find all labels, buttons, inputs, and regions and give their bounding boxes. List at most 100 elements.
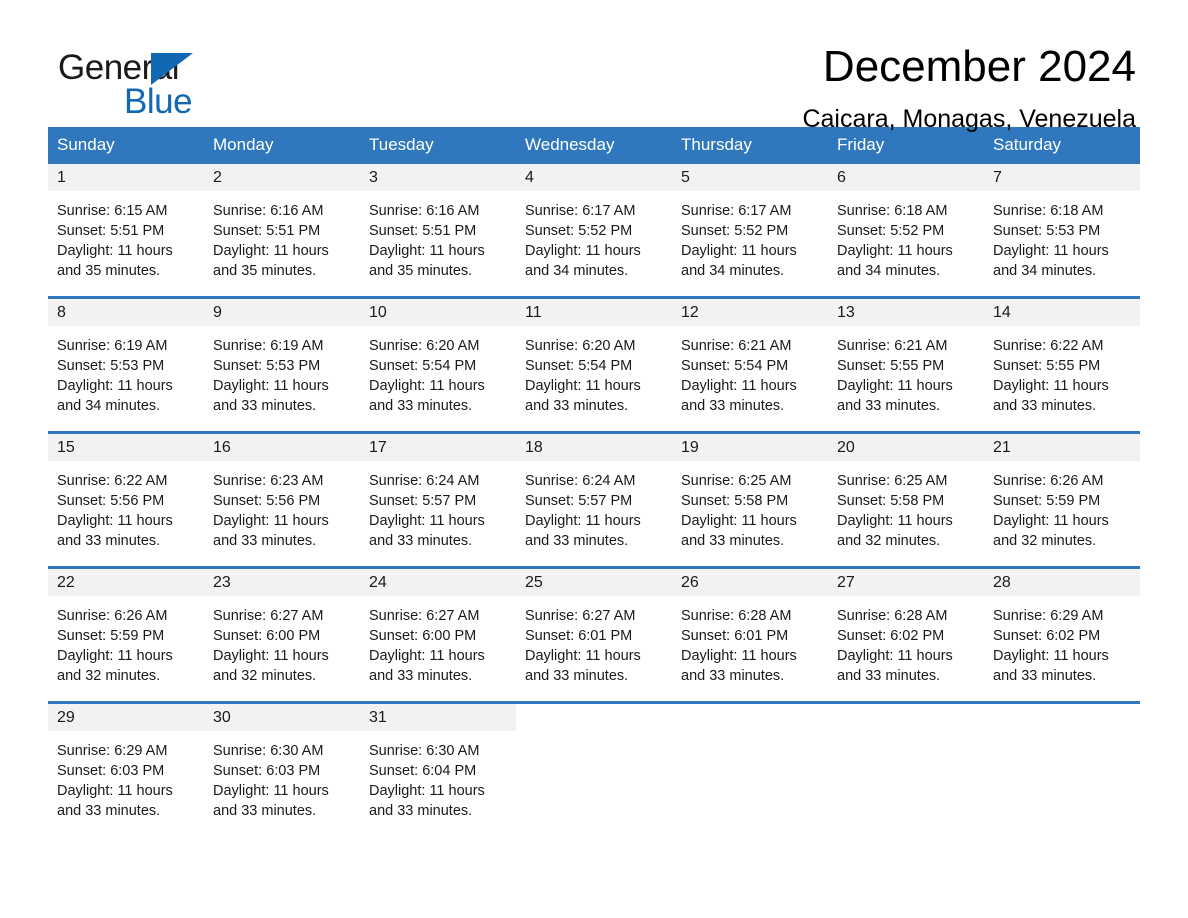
calendar-day-cell[interactable]: 18 Sunrise: 6:24 AM Sunset: 5:57 PM Dayligh…	[516, 431, 672, 568]
calendar-day-cell[interactable]: 15 Sunrise: 6:22 AM Sunset: 5:56 PM Dayligh…	[48, 431, 204, 568]
day-daylight-line1-text: Daylight: 11 hours	[369, 513, 485, 529]
day-daylight-line1-text: Daylight: 11 hours	[525, 378, 641, 394]
day-number: 27	[828, 569, 984, 596]
day-sunrise-text: Sunrise: 6:22 AM	[993, 338, 1104, 354]
day-daylight-line2-text: and 32 minutes.	[993, 533, 1097, 549]
day-sunrise-text: Sunrise: 6:18 AM	[837, 203, 948, 219]
day-daylight-line2-text: and 35 minutes.	[213, 263, 317, 279]
calendar-day-cell[interactable]: 8 Sunrise: 6:19 AM Sunset: 5:53 PM Daylight…	[48, 296, 204, 433]
day-daylight-line2-text: and 34 minutes.	[837, 263, 941, 279]
day-daylight-line2-text: and 32 minutes.	[57, 668, 161, 684]
day-sun-info: Sunrise: 6:19 AM Sunset: 5:53 PM Daylight:…	[204, 326, 360, 416]
calendar-day-cell[interactable]: 7 Sunrise: 6:18 AM Sunset: 5:53 PM Daylight…	[984, 164, 1140, 298]
day-sunset-text: Sunset: 5:52 PM	[681, 223, 789, 239]
generalblue-logo[interactable]: General Blue	[48, 44, 248, 122]
day-sunset-text: Sunset: 5:53 PM	[213, 358, 321, 374]
day-number: 11	[516, 299, 672, 326]
day-daylight-line1-text: Daylight: 11 hours	[213, 783, 329, 799]
day-cell-content: 25 Sunrise: 6:27 AM Sunset: 6:01 PM Dayligh…	[516, 569, 672, 701]
day-sunset-text: Sunset: 5:54 PM	[369, 358, 477, 374]
calendar-week-row: 1 Sunrise: 6:15 AM Sunset: 5:51 PM Daylight…	[48, 164, 1140, 298]
calendar-day-cell[interactable]: 12 Sunrise: 6:21 AM Sunset: 5:54 PM Dayligh…	[672, 296, 828, 433]
day-number: 17	[360, 434, 516, 461]
day-sunrise-text: Sunrise: 6:30 AM	[213, 743, 324, 759]
calendar-day-cell[interactable]: 25 Sunrise: 6:27 AM Sunset: 6:01 PM Dayligh…	[516, 566, 672, 703]
day-daylight-line1-text: Daylight: 11 hours	[837, 513, 953, 529]
day-daylight-line2-text: and 33 minutes.	[369, 398, 473, 414]
calendar-day-cell[interactable]: 21 Sunrise: 6:26 AM Sunset: 5:59 PM Dayligh…	[984, 431, 1140, 568]
calendar-day-cell[interactable]: 14 Sunrise: 6:22 AM Sunset: 5:55 PM Dayligh…	[984, 296, 1140, 433]
calendar-day-cell[interactable]: 26 Sunrise: 6:28 AM Sunset: 6:01 PM Dayligh…	[672, 566, 828, 703]
day-sunset-text: Sunset: 5:51 PM	[369, 223, 477, 239]
day-cell-content: 4 Sunrise: 6:17 AM Sunset: 5:52 PM Daylight…	[516, 164, 672, 296]
day-sun-info: Sunrise: 6:27 AM Sunset: 6:00 PM Daylight:…	[204, 596, 360, 686]
day-cell-content: 10 Sunrise: 6:20 AM Sunset: 5:54 PM Dayligh…	[360, 299, 516, 431]
day-number: 26	[672, 569, 828, 596]
calendar-day-cell[interactable]: 9 Sunrise: 6:19 AM Sunset: 5:53 PM Daylight…	[204, 296, 360, 433]
calendar-day-cell[interactable]: 22 Sunrise: 6:26 AM Sunset: 5:59 PM Dayligh…	[48, 566, 204, 703]
calendar-day-cell[interactable]: 2 Sunrise: 6:16 AM Sunset: 5:51 PM Daylight…	[204, 164, 360, 298]
calendar-day-cell[interactable]: 5 Sunrise: 6:17 AM Sunset: 5:52 PM Daylight…	[672, 164, 828, 298]
day-number: 23	[204, 569, 360, 596]
day-number: 24	[360, 569, 516, 596]
day-sun-info: Sunrise: 6:30 AM Sunset: 6:03 PM Daylight:…	[204, 731, 360, 821]
calendar-day-cell[interactable]: 20 Sunrise: 6:25 AM Sunset: 5:58 PM Dayligh…	[828, 431, 984, 568]
day-daylight-line1-text: Daylight: 11 hours	[837, 648, 953, 664]
calendar-day-cell[interactable]: 23 Sunrise: 6:27 AM Sunset: 6:00 PM Dayligh…	[204, 566, 360, 703]
day-daylight-line1-text: Daylight: 11 hours	[681, 513, 797, 529]
day-sun-info: Sunrise: 6:27 AM Sunset: 6:00 PM Daylight:…	[360, 596, 516, 686]
day-sunrise-text: Sunrise: 6:19 AM	[213, 338, 324, 354]
day-daylight-line1-text: Daylight: 11 hours	[57, 783, 173, 799]
day-sun-info: Sunrise: 6:24 AM Sunset: 5:57 PM Daylight:…	[360, 461, 516, 551]
calendar-day-cell[interactable]: 30 Sunrise: 6:30 AM Sunset: 6:03 PM Dayligh…	[204, 701, 360, 836]
day-sunset-text: Sunset: 5:55 PM	[837, 358, 945, 374]
calendar-day-cell[interactable]: 19 Sunrise: 6:25 AM Sunset: 5:58 PM Dayligh…	[672, 431, 828, 568]
calendar-day-cell[interactable]: 28 Sunrise: 6:29 AM Sunset: 6:02 PM Dayligh…	[984, 566, 1140, 703]
day-number: 7	[984, 164, 1140, 191]
calendar-day-cell[interactable]: 29 Sunrise: 6:29 AM Sunset: 6:03 PM Dayligh…	[48, 701, 204, 836]
day-number	[984, 704, 1140, 731]
day-daylight-line1-text: Daylight: 11 hours	[525, 513, 641, 529]
day-sunrise-text: Sunrise: 6:21 AM	[681, 338, 792, 354]
day-daylight-line1-text: Daylight: 11 hours	[681, 243, 797, 259]
day-sunset-text: Sunset: 5:53 PM	[993, 223, 1101, 239]
day-daylight-line2-text: and 33 minutes.	[993, 398, 1097, 414]
day-cell-content: 17 Sunrise: 6:24 AM Sunset: 5:57 PM Dayligh…	[360, 434, 516, 566]
day-number: 6	[828, 164, 984, 191]
day-daylight-line2-text: and 33 minutes.	[681, 533, 785, 549]
day-daylight-line1-text: Daylight: 11 hours	[993, 513, 1109, 529]
day-daylight-line1-text: Daylight: 11 hours	[369, 648, 485, 664]
day-number: 10	[360, 299, 516, 326]
day-daylight-line2-text: and 33 minutes.	[57, 803, 161, 819]
day-number: 19	[672, 434, 828, 461]
day-daylight-line2-text: and 33 minutes.	[681, 668, 785, 684]
day-sunset-text: Sunset: 5:56 PM	[213, 493, 321, 509]
calendar-day-cell[interactable]: 11 Sunrise: 6:20 AM Sunset: 5:54 PM Dayligh…	[516, 296, 672, 433]
calendar-day-cell[interactable]: 31 Sunrise: 6:30 AM Sunset: 6:04 PM Dayligh…	[360, 701, 516, 836]
page-title: December 2024	[822, 42, 1136, 91]
day-daylight-line1-text: Daylight: 11 hours	[837, 378, 953, 394]
day-daylight-line1-text: Daylight: 11 hours	[57, 648, 173, 664]
day-sunrise-text: Sunrise: 6:28 AM	[681, 608, 792, 624]
day-sunset-text: Sunset: 6:01 PM	[681, 628, 789, 644]
day-number: 4	[516, 164, 672, 191]
calendar-day-cell[interactable]: 3 Sunrise: 6:16 AM Sunset: 5:51 PM Daylight…	[360, 164, 516, 298]
calendar-day-cell[interactable]: 27 Sunrise: 6:28 AM Sunset: 6:02 PM Dayligh…	[828, 566, 984, 703]
day-sun-info: Sunrise: 6:21 AM Sunset: 5:55 PM Daylight:…	[828, 326, 984, 416]
calendar-day-cell[interactable]: 17 Sunrise: 6:24 AM Sunset: 5:57 PM Dayligh…	[360, 431, 516, 568]
day-sun-info: Sunrise: 6:22 AM Sunset: 5:56 PM Daylight:…	[48, 461, 204, 551]
calendar-day-cell[interactable]: 13 Sunrise: 6:21 AM Sunset: 5:55 PM Dayligh…	[828, 296, 984, 433]
day-daylight-line2-text: and 34 minutes.	[681, 263, 785, 279]
day-sunset-text: Sunset: 5:51 PM	[213, 223, 321, 239]
day-cell-content: 21 Sunrise: 6:26 AM Sunset: 5:59 PM Dayligh…	[984, 434, 1140, 566]
calendar-day-cell[interactable]: 10 Sunrise: 6:20 AM Sunset: 5:54 PM Dayligh…	[360, 296, 516, 433]
calendar-day-cell[interactable]: 4 Sunrise: 6:17 AM Sunset: 5:52 PM Daylight…	[516, 164, 672, 298]
calendar-day-cell-empty	[672, 701, 828, 836]
calendar-day-cell[interactable]: 6 Sunrise: 6:18 AM Sunset: 5:52 PM Daylight…	[828, 164, 984, 298]
day-daylight-line1-text: Daylight: 11 hours	[213, 648, 329, 664]
day-sunrise-text: Sunrise: 6:25 AM	[681, 473, 792, 489]
calendar-day-cell[interactable]: 1 Sunrise: 6:15 AM Sunset: 5:51 PM Daylight…	[48, 164, 204, 298]
calendar-day-cell[interactable]: 24 Sunrise: 6:27 AM Sunset: 6:00 PM Dayligh…	[360, 566, 516, 703]
day-daylight-line2-text: and 33 minutes.	[525, 668, 629, 684]
calendar-day-cell[interactable]: 16 Sunrise: 6:23 AM Sunset: 5:56 PM Dayligh…	[204, 431, 360, 568]
